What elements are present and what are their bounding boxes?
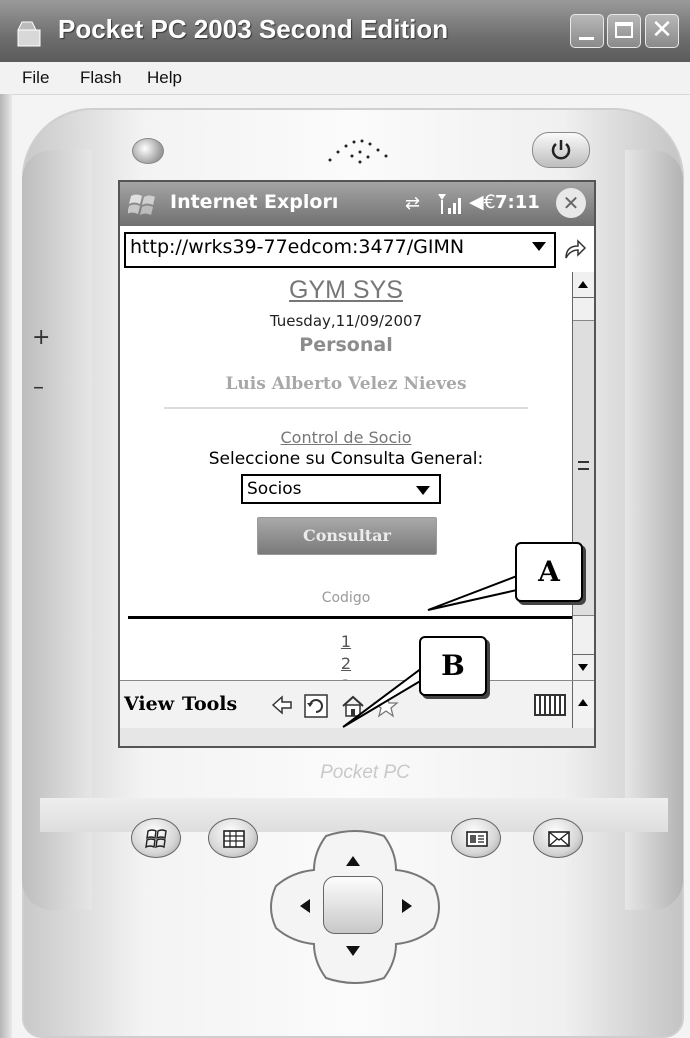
inbox-hardware-button[interactable]: [533, 818, 583, 858]
calendar-hardware-button[interactable]: [208, 818, 258, 858]
date-text: Tuesday,11/09/2007: [269, 312, 423, 330]
minimize-button[interactable]: [570, 14, 604, 48]
contacts-hardware-button[interactable]: [451, 818, 501, 858]
address-input[interactable]: http://wrks39-77edcom:3477/GIMN: [124, 232, 556, 268]
refresh-icon[interactable]: [303, 693, 329, 719]
device-side-left: [22, 150, 92, 910]
view-menu[interactable]: View: [124, 693, 174, 715]
signal-strength-icon[interactable]: [436, 192, 464, 216]
scroll-down-button[interactable]: [573, 654, 594, 680]
menu-help[interactable]: Help: [147, 68, 182, 88]
user-name: Luis Alberto Velez Nieves: [225, 374, 467, 394]
volume-icon[interactable]: ◀€: [469, 191, 496, 213]
start-menu-flag-icon[interactable]: [128, 190, 158, 218]
query-label: Seleccione su Consulta General:: [208, 449, 484, 469]
callout-b: B: [419, 636, 487, 696]
keyboard-icon[interactable]: [534, 694, 566, 716]
dpad-left-arrow-icon[interactable]: [300, 899, 310, 913]
close-icon: ✕: [651, 15, 673, 45]
table-header-rule: [128, 616, 572, 619]
scroll-grip-icon: [578, 461, 589, 470]
menu-flash[interactable]: Flash: [80, 68, 122, 88]
power-icon: [551, 140, 571, 160]
clock[interactable]: 7:11: [495, 192, 540, 213]
window-title-bar: Pocket PC 2003 Second Edition ✕: [0, 0, 690, 62]
window-title: Pocket PC 2003 Second Edition: [58, 14, 449, 44]
home-icon[interactable]: [340, 693, 366, 719]
site-title-link[interactable]: GYM SYS: [120, 276, 572, 305]
windows-flag-icon: [145, 829, 167, 849]
bottom-command-bar: View Tools: [120, 680, 594, 729]
chevron-down-icon[interactable]: [416, 486, 430, 495]
volume-up-button[interactable]: +: [32, 325, 50, 350]
code-link-1[interactable]: 1: [120, 632, 572, 651]
dpad-down-arrow-icon[interactable]: [346, 946, 360, 956]
vertical-scrollbar[interactable]: [572, 272, 594, 680]
consultar-button[interactable]: Consultar: [257, 517, 437, 555]
address-dropdown-arrow-icon[interactable]: [532, 242, 546, 251]
callout-a: A: [515, 542, 583, 602]
code-link-2[interactable]: 2: [120, 654, 572, 673]
app-title[interactable]: Internet Explorı: [170, 191, 338, 213]
address-bar: http://wrks39-77edcom:3477/GIMN: [120, 228, 594, 272]
pocketpc-logo: Pocket PC: [320, 762, 410, 783]
dpad-up-arrow-icon[interactable]: [346, 856, 360, 866]
dpad-right-arrow-icon[interactable]: [402, 899, 412, 913]
table-header-codigo: Codigo: [321, 590, 371, 606]
web-page-content: GYM SYS Tuesday,11/09/2007 Personal Luis…: [120, 272, 572, 680]
window-left-border: [0, 94, 12, 1038]
status-bar: Internet Explorı ⇄ ◀€ 7:11 ✕: [120, 182, 594, 226]
envelope-icon: [548, 831, 570, 847]
speaker-grille-icon: [328, 139, 388, 164]
screen-bottom-bezel: [120, 728, 594, 746]
divider: [164, 407, 528, 409]
contacts-card-icon: [466, 831, 488, 847]
connectivity-icon[interactable]: ⇄: [405, 193, 420, 214]
menu-file[interactable]: File: [22, 68, 49, 88]
device-screen: Internet Explorı ⇄ ◀€ 7:11 ✕ http://wrks…: [118, 180, 596, 748]
power-button[interactable]: [532, 132, 590, 168]
section-title: Personal: [299, 334, 393, 356]
back-icon[interactable]: [270, 693, 294, 717]
go-arrow-icon[interactable]: [560, 236, 588, 264]
query-type-select[interactable]: Socios: [241, 474, 441, 504]
pocketpc-app-icon: [17, 21, 41, 47]
control-de-socio-link[interactable]: Control de Socio: [120, 428, 572, 447]
scroll-up-button[interactable]: [573, 272, 594, 298]
maximize-button[interactable]: [607, 14, 641, 48]
favorites-star-icon[interactable]: [373, 693, 399, 719]
dpad-action-button[interactable]: [323, 876, 383, 934]
input-panel-arrow-icon[interactable]: [572, 681, 594, 729]
notification-led: [132, 138, 164, 164]
volume-down-button[interactable]: –: [33, 375, 44, 400]
tools-menu[interactable]: Tools: [182, 693, 237, 715]
close-button[interactable]: ✕: [645, 14, 679, 48]
start-hardware-button[interactable]: [131, 818, 181, 858]
device-side-right: [625, 150, 683, 910]
menu-bar: File Flash Help: [0, 62, 690, 95]
close-app-button[interactable]: ✕: [556, 188, 586, 218]
calendar-icon: [223, 830, 245, 848]
